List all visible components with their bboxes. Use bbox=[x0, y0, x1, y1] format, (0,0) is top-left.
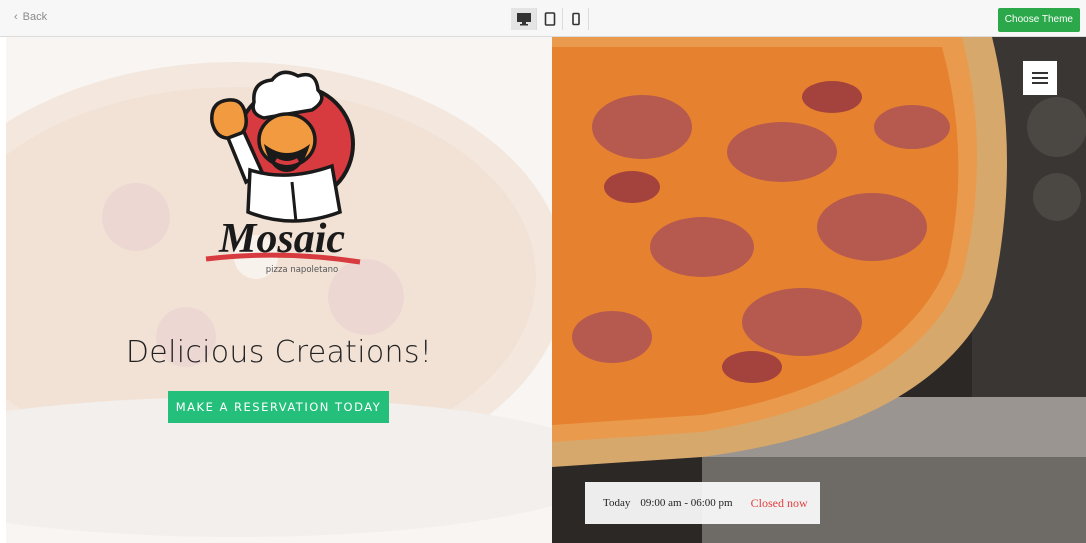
pizza-oven-image bbox=[552, 37, 1086, 543]
make-reservation-button[interactable]: MAKE A RESERVATION TODAY bbox=[168, 391, 389, 423]
hours-status: Closed now bbox=[750, 495, 808, 510]
tablet-view-button[interactable] bbox=[537, 8, 563, 30]
hours-time: 09:00 am - 06:00 pm bbox=[640, 497, 733, 509]
opening-hours-widget: Today 09:00 am - 06:00 pm Closed now bbox=[585, 482, 820, 524]
hero-headline: Delicious Creations! bbox=[125, 335, 433, 370]
mobile-view-button[interactable] bbox=[563, 8, 589, 30]
tablet-icon bbox=[544, 12, 555, 26]
mobile-icon bbox=[571, 12, 580, 26]
mosaic-logo[interactable]: Mosaic pizza napoletano bbox=[192, 62, 372, 277]
hamburger-menu-icon bbox=[1032, 72, 1048, 84]
desktop-view-button[interactable] bbox=[511, 8, 537, 30]
hero-left-panel: Mosaic pizza napoletano Delicious Creati… bbox=[6, 37, 552, 543]
chevron-left-icon: ‹ bbox=[14, 11, 18, 23]
desktop-icon bbox=[516, 13, 531, 26]
editor-toolbar: ‹ Back Choose Theme bbox=[0, 0, 1086, 37]
hours-day: Today bbox=[603, 497, 631, 509]
back-button[interactable]: ‹ Back bbox=[14, 11, 47, 23]
back-label: Back bbox=[22, 11, 48, 23]
choose-theme-button[interactable]: Choose Theme bbox=[997, 8, 1080, 32]
brand-tagline: pizza napoletano bbox=[266, 265, 339, 275]
site-preview: Mosaic pizza napoletano Delicious Creati… bbox=[6, 37, 1086, 543]
device-switcher bbox=[511, 8, 589, 30]
menu-button[interactable] bbox=[1023, 61, 1057, 95]
hero-right-panel: Today 09:00 am - 06:00 pm Closed now bbox=[552, 37, 1086, 543]
